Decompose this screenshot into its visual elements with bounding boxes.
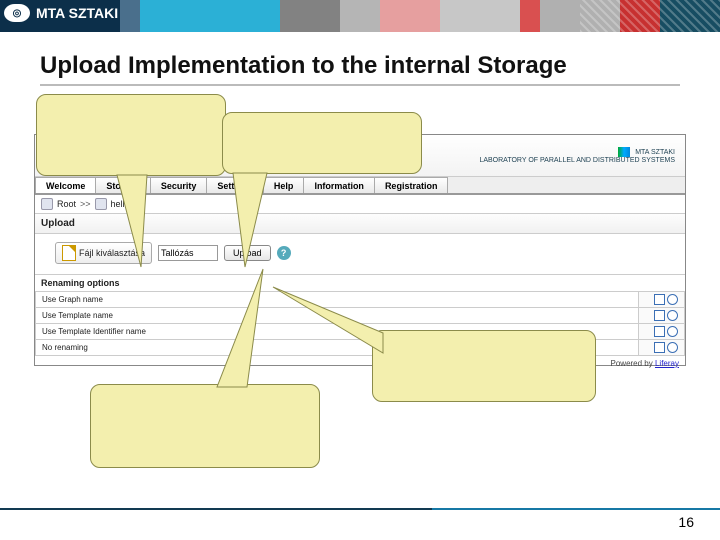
tab-label: Registration (385, 181, 438, 191)
radio[interactable] (667, 294, 678, 305)
radio[interactable] (667, 326, 678, 337)
brand-logo-icon: ◎ (4, 4, 30, 22)
tab-information[interactable]: Information (303, 177, 375, 193)
callout-bubble (222, 112, 422, 174)
callout-pointer-icon (117, 175, 177, 275)
callout-pointer-icon (273, 287, 393, 357)
page-number: 16 (678, 514, 694, 530)
callout-bubble (36, 94, 226, 176)
tab-label: Welcome (46, 181, 85, 191)
breadcrumb-root[interactable]: Root (57, 199, 76, 209)
brand: ◎ MTA SZTAKI (4, 4, 118, 22)
tab-label: Information (314, 181, 364, 191)
brand-mini-line2: LABORATORY OF PARALLEL AND DISTRIBUTED S… (479, 157, 675, 164)
home-icon[interactable] (41, 198, 53, 210)
document-icon (62, 245, 76, 261)
radio[interactable] (667, 310, 678, 321)
callout-pointer-icon (187, 269, 277, 389)
checkbox[interactable] (654, 342, 665, 353)
tab-registration[interactable]: Registration (374, 177, 449, 193)
tab-welcome[interactable]: Welcome (35, 177, 96, 193)
sztaki-mini-icon (618, 147, 630, 157)
slide-title: Upload Implementation to the internal St… (40, 52, 680, 86)
slide-footer-divider (0, 508, 720, 510)
portal-right-brand: MTA SZTAKI LABORATORY OF PARALLEL AND DI… (479, 147, 675, 165)
callout-bubble (90, 384, 320, 468)
powered-prefix: Powered by (611, 359, 653, 368)
brand-mini-line1: MTA SZTAKI (635, 149, 675, 156)
chevron-right-icon: >> (80, 199, 91, 209)
checkbox[interactable] (654, 294, 665, 305)
folder-icon[interactable] (95, 198, 107, 210)
checkbox[interactable] (654, 326, 665, 337)
callout-pointer-icon (233, 173, 293, 273)
slide-header-stripe: ◎ MTA SZTAKI (0, 0, 720, 32)
brand-text: MTA SZTAKI (36, 5, 118, 21)
callout-bubble (372, 330, 596, 402)
checkbox[interactable] (654, 310, 665, 321)
radio[interactable] (667, 342, 678, 353)
powered-link[interactable]: Liferay (655, 359, 679, 368)
